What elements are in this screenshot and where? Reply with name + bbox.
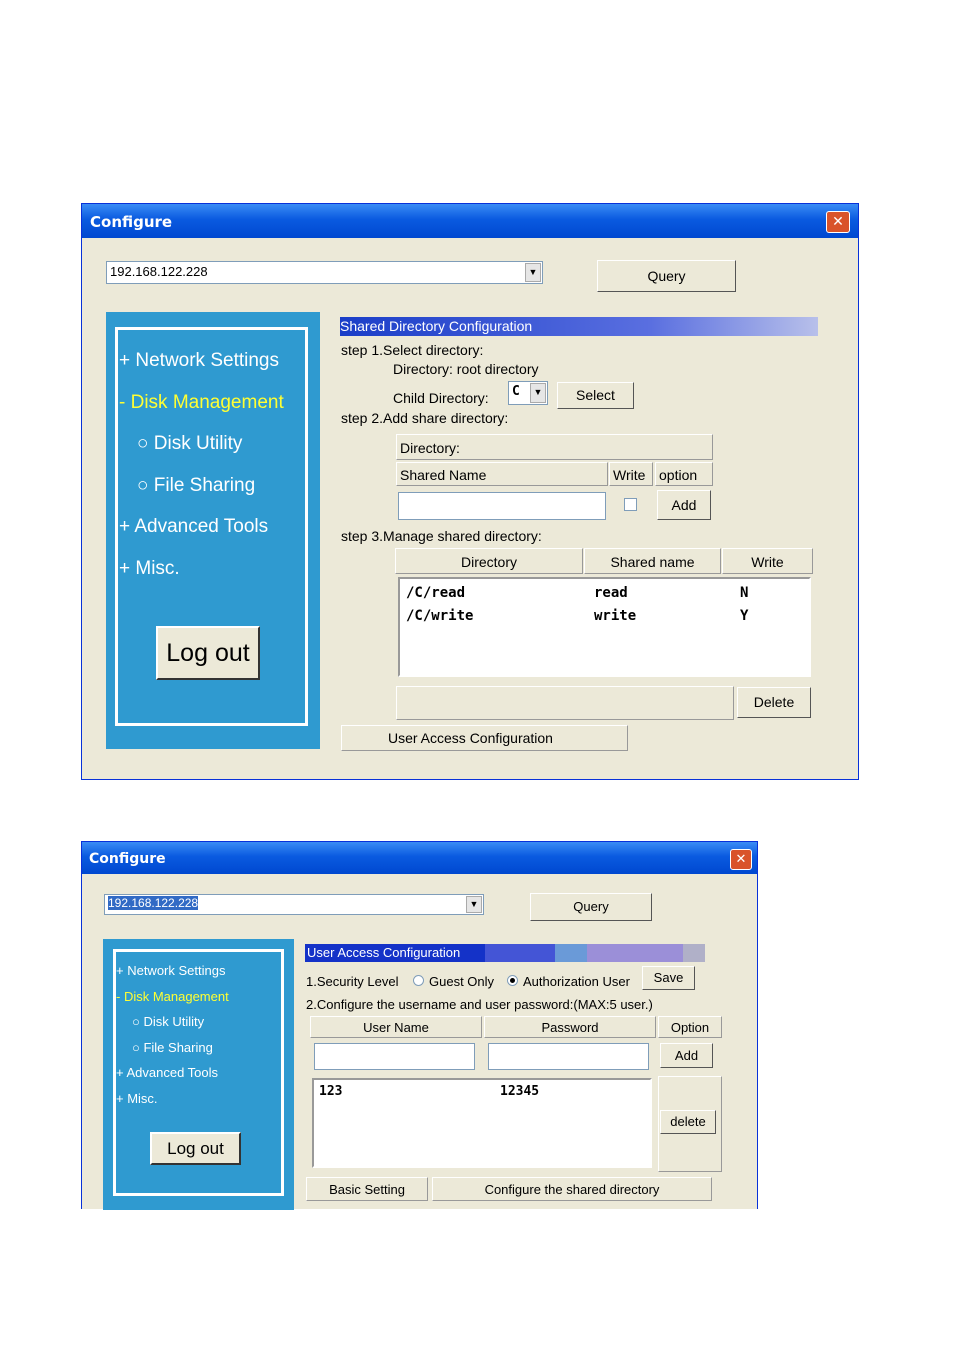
bullet-icon: ○ xyxy=(137,475,154,496)
sidebar-item-file-sharing[interactable]: ○ File Sharing xyxy=(137,475,255,497)
sidebar: + Network Settings - Disk Management ○ D… xyxy=(103,939,294,1210)
directory-field-label: Directory: xyxy=(396,434,713,460)
configure-window-2: Configure ✕ 192.168.122.228 ▼ Query + Ne… xyxy=(81,841,758,1210)
sidebar-item-advanced-tools[interactable]: + Advanced Tools xyxy=(119,516,268,538)
ip-address-value: 192.168.122.228 xyxy=(110,264,208,279)
write-header: Write xyxy=(609,462,653,486)
add-user-button[interactable]: Add xyxy=(660,1043,713,1068)
security-level-label: 1.Security Level xyxy=(306,974,399,989)
sidebar-item-disk-utility[interactable]: ○ Disk Utility xyxy=(132,1014,204,1029)
row-shared-name: read xyxy=(594,585,628,601)
col-write-header: Write xyxy=(722,548,813,574)
select-button[interactable]: Select xyxy=(557,382,634,409)
window-title: Configure xyxy=(89,851,166,867)
title-stripe xyxy=(485,944,555,962)
title-stripe xyxy=(683,944,705,962)
option-header: Option xyxy=(658,1016,722,1038)
step1-label: step 1.Select directory: xyxy=(341,342,484,358)
authorization-user-radio[interactable] xyxy=(507,975,518,986)
bullet-icon: ○ xyxy=(132,1014,144,1029)
bullet-icon: ○ xyxy=(132,1040,144,1055)
logout-button[interactable]: Log out xyxy=(150,1132,241,1165)
bullet-icon: ○ xyxy=(137,433,154,454)
write-checkbox[interactable] xyxy=(624,498,637,511)
chevron-down-icon[interactable]: ▼ xyxy=(525,263,541,282)
tab-configure-shared-directory[interactable]: Configure the shared directory xyxy=(432,1177,712,1201)
tab-basic-setting[interactable]: Basic Setting xyxy=(306,1177,428,1201)
title-bar: Configure ✕ xyxy=(82,204,858,238)
row-write: Y xyxy=(740,608,749,624)
chevron-down-icon[interactable]: ▼ xyxy=(530,383,546,403)
panel-title: User Access Configuration xyxy=(305,944,724,962)
save-button[interactable]: Save xyxy=(642,966,695,990)
query-button[interactable]: Query xyxy=(530,893,652,921)
add-share-button[interactable]: Add xyxy=(657,490,711,520)
ip-address-select[interactable]: 192.168.122.228 ▼ xyxy=(106,261,543,284)
user-name-header: User Name xyxy=(310,1016,482,1038)
sidebar-item-disk-utility[interactable]: ○ Disk Utility xyxy=(137,433,242,455)
user-list[interactable]: 123 12345 xyxy=(312,1078,652,1168)
user-name-input[interactable] xyxy=(314,1043,475,1070)
password-input[interactable] xyxy=(488,1043,649,1070)
title-bar: Configure ✕ xyxy=(82,842,757,874)
shared-directory-list[interactable]: /C/read read N /C/write write Y xyxy=(398,577,811,677)
step2-label: step 2.Add share directory: xyxy=(341,410,509,426)
sidebar-item-advanced-tools[interactable]: + Advanced Tools xyxy=(116,1065,218,1080)
sidebar-item-disk-management[interactable]: - Disk Management xyxy=(119,392,284,414)
sidebar-item-misc[interactable]: + Misc. xyxy=(119,558,180,580)
sidebar-item-disk-management[interactable]: - Disk Management xyxy=(116,989,229,1004)
ip-address-value: 192.168.122.228 xyxy=(108,896,199,910)
row-user-name: 123 xyxy=(319,1084,343,1099)
root-directory-label: Directory: root directory xyxy=(393,361,539,377)
panel-title: Shared Directory Configuration xyxy=(340,317,818,336)
col-directory-header: Directory xyxy=(395,548,583,574)
row-directory: /C/read xyxy=(406,585,466,601)
sidebar-item-network-settings[interactable]: + Network Settings xyxy=(119,350,279,372)
panel-title-text: User Access Configuration xyxy=(307,945,461,960)
title-stripe xyxy=(555,944,587,962)
step3-label: step 3.Manage shared directory: xyxy=(341,528,542,544)
close-icon[interactable]: ✕ xyxy=(826,211,850,233)
child-directory-value: C xyxy=(512,384,520,399)
configure-instructions: 2.Configure the username and user passwo… xyxy=(306,997,653,1012)
password-header: Password xyxy=(484,1016,656,1038)
window-title: Configure xyxy=(90,213,173,231)
query-button[interactable]: Query xyxy=(597,260,736,292)
title-stripe xyxy=(587,944,683,962)
tab-user-access-configuration[interactable]: User Access Configuration xyxy=(341,725,628,751)
row-shared-name: write xyxy=(594,608,637,624)
col-shared-name-header: Shared name xyxy=(584,548,721,574)
row-directory: /C/write xyxy=(406,608,474,624)
sidebar-item-network-settings[interactable]: + Network Settings xyxy=(116,963,225,978)
logout-button[interactable]: Log out xyxy=(156,626,260,680)
close-icon[interactable]: ✕ xyxy=(730,849,752,870)
shared-name-header: Shared Name xyxy=(396,462,608,486)
sidebar: + Network Settings - Disk Management ○ D… xyxy=(106,312,320,749)
delete-user-button[interactable]: delete xyxy=(660,1110,716,1134)
sidebar-item-file-sharing[interactable]: ○ File Sharing xyxy=(132,1040,213,1055)
row-password: 12345 xyxy=(500,1084,540,1099)
chevron-down-icon[interactable]: ▼ xyxy=(466,896,482,913)
delete-row-field xyxy=(396,686,734,720)
row-write: N xyxy=(740,585,749,601)
option-header: option xyxy=(655,462,713,486)
delete-button[interactable]: Delete xyxy=(737,687,811,718)
ip-address-select[interactable]: 192.168.122.228 ▼ xyxy=(104,894,484,915)
configure-window-1: Configure ✕ 192.168.122.228 ▼ Query + Ne… xyxy=(81,203,859,780)
guest-only-radio[interactable] xyxy=(413,975,424,986)
child-directory-select[interactable]: C ▼ xyxy=(508,381,548,405)
guest-only-label: Guest Only xyxy=(429,974,495,989)
authorization-user-label: Authorization User xyxy=(523,974,630,989)
child-directory-label: Child Directory: xyxy=(393,390,489,406)
sidebar-item-misc[interactable]: + Misc. xyxy=(116,1091,158,1106)
shared-name-input[interactable] xyxy=(398,492,606,520)
